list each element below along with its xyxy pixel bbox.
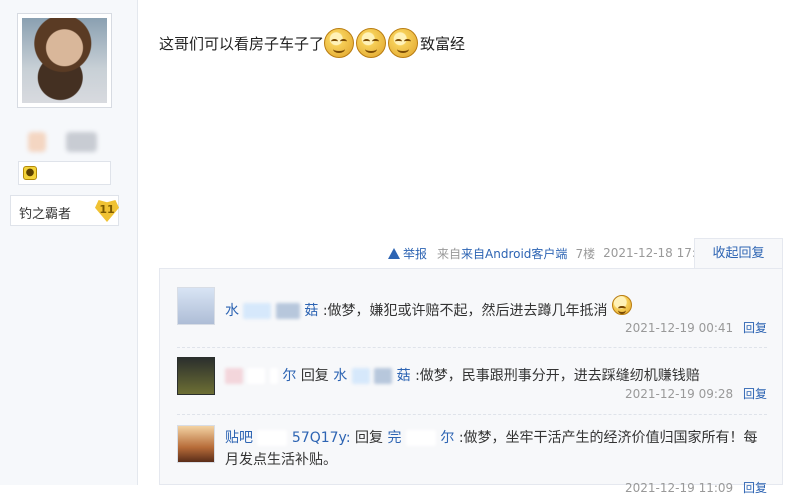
- reply-text: :做梦，嫌犯或许赔不起，然后进去蹲几年抵消: [322, 303, 608, 319]
- reply-meta: 2021-12-19 00:41 回复: [625, 319, 767, 336]
- smile-emoji-icon: [356, 28, 387, 58]
- username-fragment: 菇: [304, 303, 319, 319]
- reply-to-word: 回复: [300, 368, 329, 384]
- report-label: 举报: [403, 246, 428, 261]
- report-link[interactable]: 举报: [388, 245, 427, 262]
- reply-panel: 水 菇 :做梦，嫌犯或许赔不起，然后进去蹲几年抵消 2021-12-19 00:…: [159, 268, 783, 495]
- reply-button[interactable]: 回复: [743, 481, 767, 495]
- floor-number: 7楼: [575, 246, 596, 261]
- reply-target-username[interactable]: 水 菇: [333, 368, 415, 384]
- reply-text-line: 尔 回复 水 菇 :做梦，民事跟刑事分开，进去踩缝纫机赚钱赔: [225, 365, 765, 387]
- reply-button[interactable]: 回复: [743, 321, 767, 335]
- username-fragment: 尔: [282, 368, 297, 384]
- username-blur: [247, 368, 266, 384]
- reply-username[interactable]: 水 菇: [225, 303, 323, 319]
- reply-username[interactable]: 贴吧 57Q17y:: [225, 430, 355, 446]
- username-blur: [405, 430, 436, 446]
- username-blur: [243, 303, 272, 319]
- username-blur: [351, 368, 370, 384]
- collapse-replies-button[interactable]: 收起回复: [694, 238, 783, 268]
- reply-meta: 2021-12-19 11:09 回复: [625, 479, 767, 496]
- reply-text-line: 水 菇 :做梦，嫌犯或许赔不起，然后进去蹲几年抵消: [225, 295, 765, 322]
- warning-icon: [388, 247, 400, 259]
- reply-divider: [177, 414, 767, 415]
- level-badge: 11: [95, 200, 119, 222]
- author-name-blurred-2: [66, 132, 97, 152]
- username-blur: [275, 303, 300, 319]
- username-fragment: 尔: [440, 430, 455, 446]
- post-text-before: 这哥们可以看房子车子了: [159, 34, 325, 53]
- reply-avatar[interactable]: [177, 357, 215, 395]
- username-blur: [257, 430, 288, 446]
- reply-avatar[interactable]: [177, 287, 215, 325]
- source-prefix: 来自来自Android客户端: [437, 246, 568, 261]
- username-blur: [225, 368, 243, 384]
- reply-text: :做梦，民事跟刑事分开，进去踩缝纫机赚钱赔: [415, 368, 700, 384]
- reply-meta: 2021-12-19 09:28 回复: [625, 385, 767, 402]
- reply-time: 2021-12-19 09:28: [625, 387, 734, 401]
- username-fragment: 菇: [396, 368, 411, 384]
- member-badge-icon: ●: [23, 166, 37, 180]
- username-fragment: 贴吧: [225, 430, 253, 446]
- user-title-box[interactable]: 钓之霸者 11: [10, 195, 119, 226]
- author-avatar[interactable]: [17, 13, 112, 108]
- reply-time: 2021-12-19 11:09: [625, 481, 734, 495]
- reply-target-username[interactable]: 完 尔: [387, 430, 458, 446]
- author-sidebar: ● 钓之霸者 11: [0, 0, 138, 485]
- post-meta: 举报 来自来自Android客户端 7楼 2021-12-18 17:10: [388, 244, 719, 262]
- smile-emoji-icon: [388, 28, 419, 58]
- reply-to-word: 回复: [355, 430, 383, 446]
- username-fragment: 完: [387, 430, 402, 446]
- reply-username[interactable]: 尔: [225, 368, 301, 384]
- reply-item: 尔 回复 水 菇 :做梦，民事跟刑事分开，进去踩缝纫机赚钱赔 2021-12-1…: [177, 357, 767, 407]
- author-avatar-image: [22, 18, 107, 103]
- smile-emoji-icon: [324, 28, 355, 58]
- reply-button[interactable]: 回复: [743, 387, 767, 401]
- post-text-after: 致富经: [420, 34, 466, 53]
- source-link[interactable]: 来自Android客户端: [461, 247, 567, 261]
- username-blur: [374, 368, 393, 384]
- reply-time: 2021-12-19 00:41: [625, 321, 734, 335]
- username-fragment: 57Q17y:: [291, 430, 351, 446]
- member-badge-box[interactable]: ●: [18, 161, 111, 185]
- user-title-label: 钓之霸者: [19, 207, 72, 222]
- reply-divider: [177, 347, 767, 348]
- reply-avatar[interactable]: [177, 425, 215, 463]
- reply-text-line: 贴吧 57Q17y: 回复 完 尔 :做梦，坐牢干活产生的经济价值归国家所有！每…: [225, 427, 765, 471]
- reply-item: 水 菇 :做梦，嫌犯或许赔不起，然后进去蹲几年抵消 2021-12-19 00:…: [177, 287, 767, 337]
- author-name-blurred-1: [28, 132, 46, 152]
- post-content: 这哥们可以看房子车子了 致富经: [159, 28, 465, 58]
- username-blur: [269, 368, 278, 384]
- username-fragment: 水: [333, 368, 348, 384]
- smile-emoji-icon: [611, 295, 632, 315]
- username-fragment: 水: [225, 303, 239, 319]
